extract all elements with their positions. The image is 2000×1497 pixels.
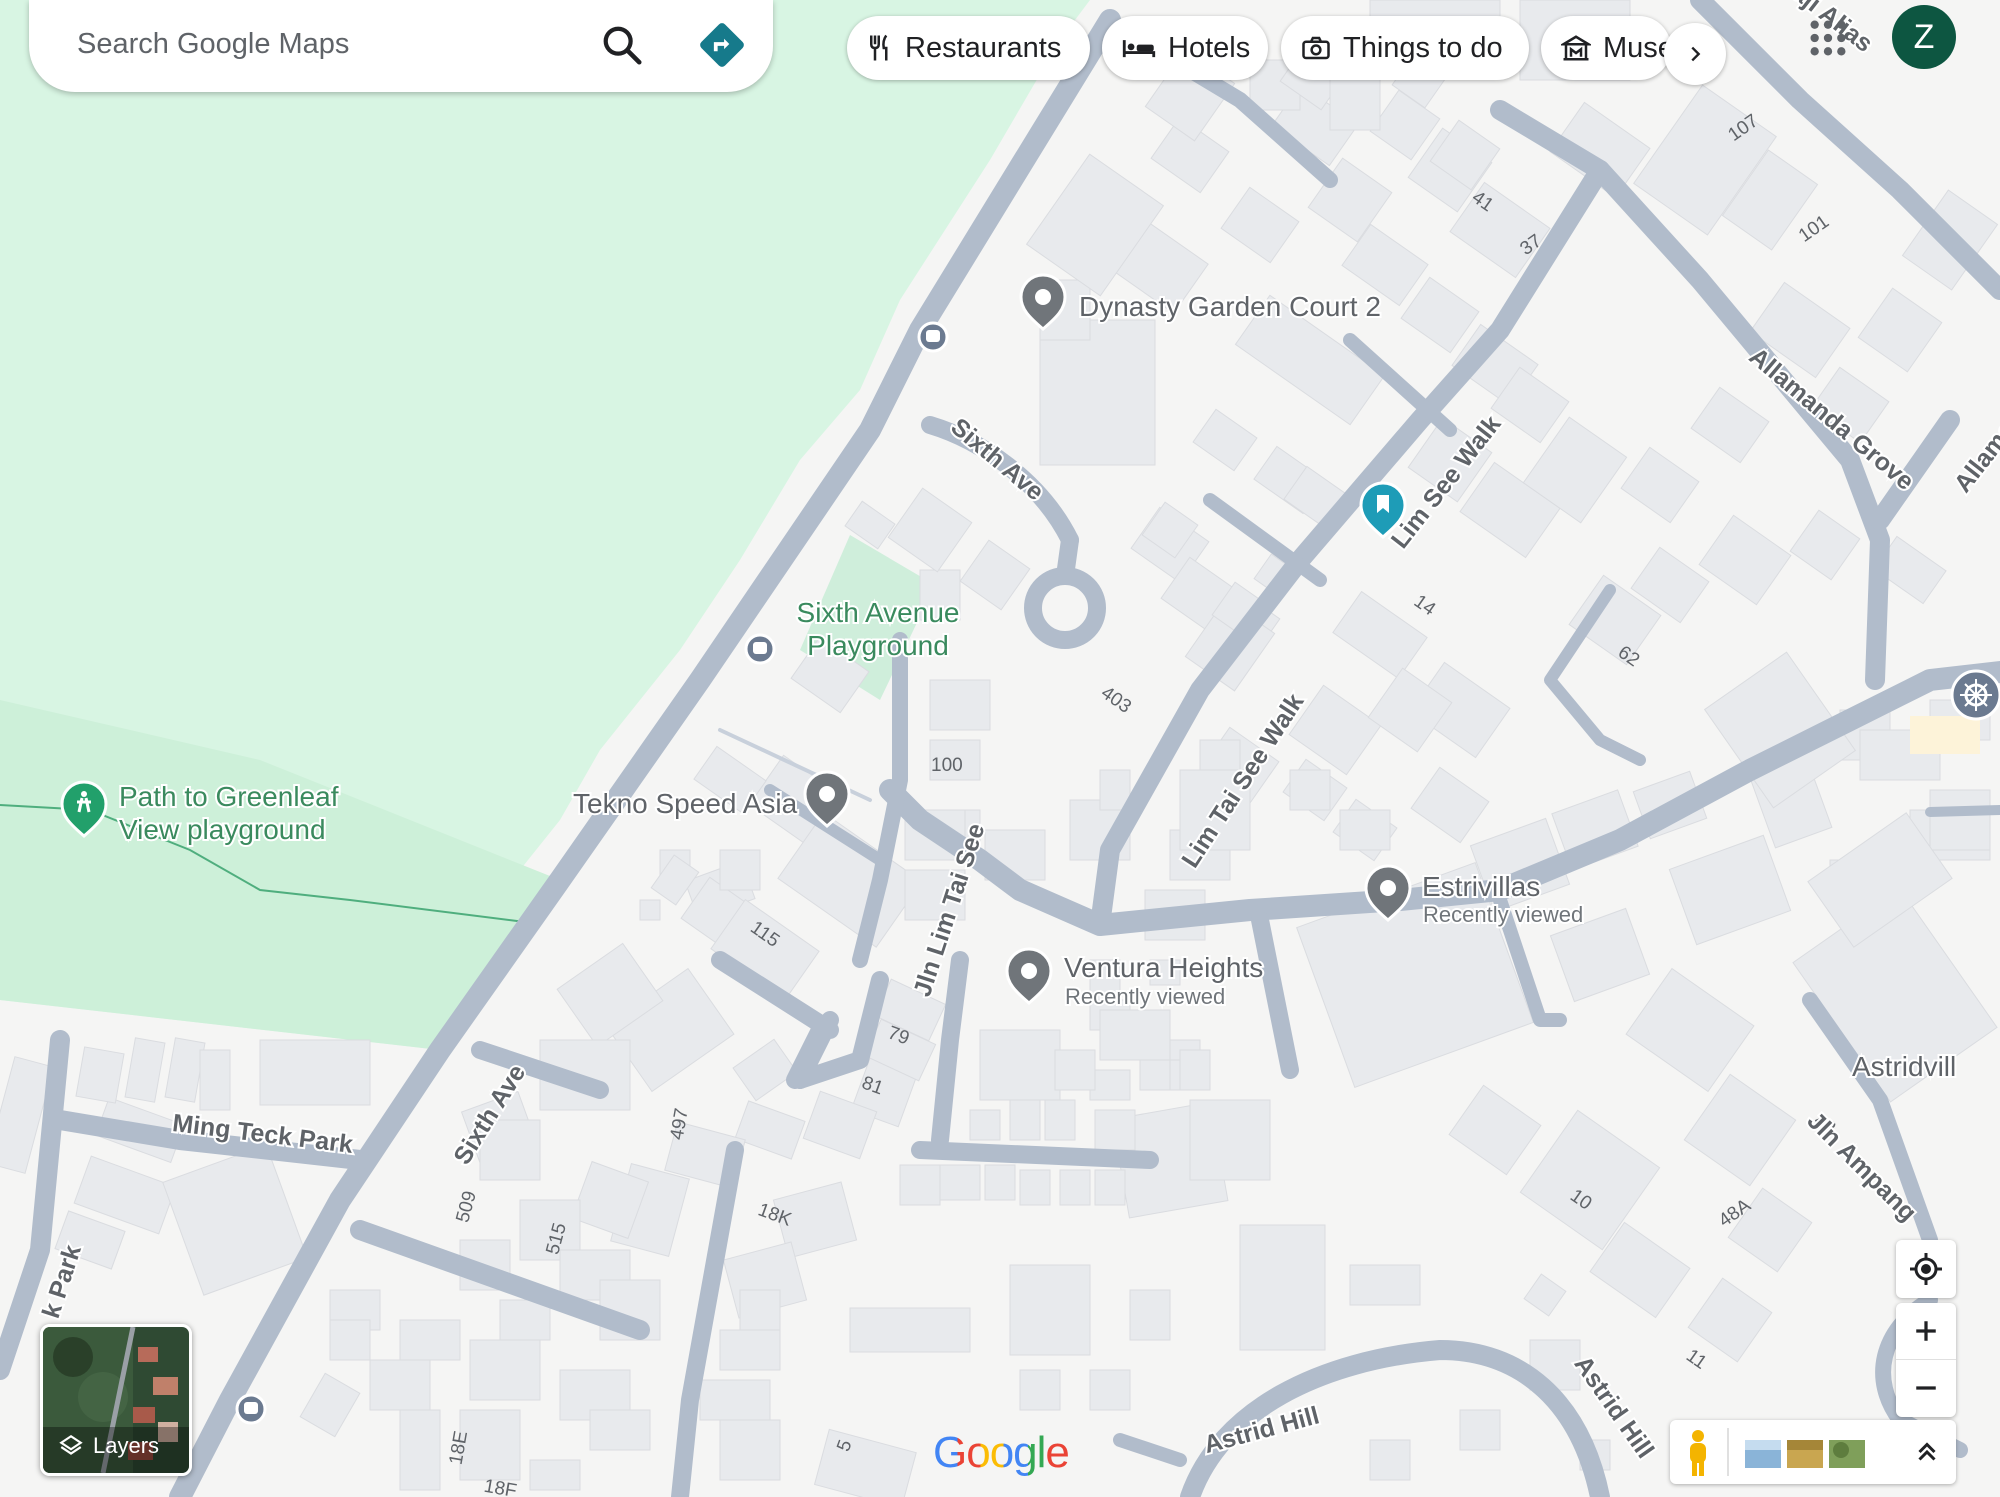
directions-icon[interactable]	[697, 20, 747, 70]
layers-button[interactable]: Layers	[40, 1324, 192, 1476]
bus-stop-icon[interactable]	[744, 633, 776, 665]
search-input[interactable]: Search Google Maps	[77, 28, 349, 61]
street-view-bar	[1670, 1420, 1956, 1484]
bus-stop-icon[interactable]	[917, 321, 949, 353]
expand-up-icon[interactable]	[1912, 1437, 1942, 1467]
attraction-pin-icon[interactable]	[1950, 669, 2000, 721]
layers-label: Layers	[93, 1433, 160, 1458]
google-logo: Google	[933, 1428, 1070, 1477]
account-avatar[interactable]: Z	[1892, 5, 1956, 69]
my-location-button[interactable]	[1896, 1240, 1956, 1298]
fork-knife-icon	[870, 34, 888, 61]
place-label-greenleaf-path[interactable]: Path to Greenleaf	[117, 779, 341, 814]
layers-icon	[59, 1434, 83, 1455]
chips-next-button[interactable]	[1664, 23, 1726, 85]
camera-icon	[1302, 36, 1330, 60]
place-label-sixth-avenue-playground[interactable]: Sixth Avenue	[795, 595, 962, 630]
place-label-astridvill[interactable]: Astridvill	[1850, 1049, 1958, 1084]
museum-icon	[1561, 35, 1591, 61]
chip-label: Muse	[1603, 31, 1671, 64]
chip-hotels[interactable]: Hotels	[1102, 16, 1268, 80]
place-label-tekno-speed-asia[interactable]: Tekno Speed Asia	[571, 786, 800, 821]
place-label-sixth-avenue-playground[interactable]: Playground	[805, 628, 951, 663]
chevron-right-icon	[1691, 46, 1701, 62]
zoom-control	[1896, 1303, 1956, 1417]
place-sublabel-ventura-heights: Recently viewed	[1065, 984, 1225, 1009]
chip-label: Restaurants	[905, 31, 1062, 64]
search-box[interactable]: Search Google Maps	[29, 0, 773, 92]
bed-icon	[1122, 40, 1156, 58]
chip-things-to-do[interactable]: Things to do	[1281, 16, 1529, 80]
house-number: 100	[931, 755, 963, 776]
chip-label: Things to do	[1343, 31, 1503, 64]
chip-label: Hotels	[1168, 31, 1251, 64]
place-label-greenleaf-path[interactable]: View playground	[117, 812, 328, 847]
chip-museums[interactable]: Muse	[1541, 16, 1671, 80]
chip-restaurants[interactable]: Restaurants	[847, 16, 1090, 80]
zoom-out-button[interactable]	[1896, 1359, 1956, 1416]
avatar-initial: Z	[1913, 17, 1935, 56]
place-sublabel-estrivillas: Recently viewed	[1423, 902, 1583, 927]
bus-stop-icon[interactable]	[235, 1393, 267, 1425]
imagery-thumbnails[interactable]	[1745, 1432, 1875, 1472]
pegman-icon[interactable]	[1670, 1420, 1730, 1484]
place-label-dynasty-garden-court[interactable]: Dynasty Garden Court 2	[1077, 289, 1383, 324]
search-icon[interactable]	[599, 22, 645, 68]
apps-grid-icon[interactable]	[1808, 18, 1848, 58]
place-label-estrivillas[interactable]: Estrivillas	[1420, 869, 1542, 904]
my-location-icon	[1910, 1253, 1942, 1285]
minus-icon	[1916, 1386, 1936, 1390]
highlighted-parcel	[1910, 716, 1980, 754]
place-label-ventura-heights[interactable]: Ventura Heights	[1062, 950, 1265, 985]
zoom-in-button[interactable]	[1896, 1303, 1956, 1359]
map-canvas[interactable]: 107 101 41 37 14 62 403 100 115 79 81 49…	[0, 0, 2000, 1497]
plus-icon	[1916, 1321, 1936, 1341]
